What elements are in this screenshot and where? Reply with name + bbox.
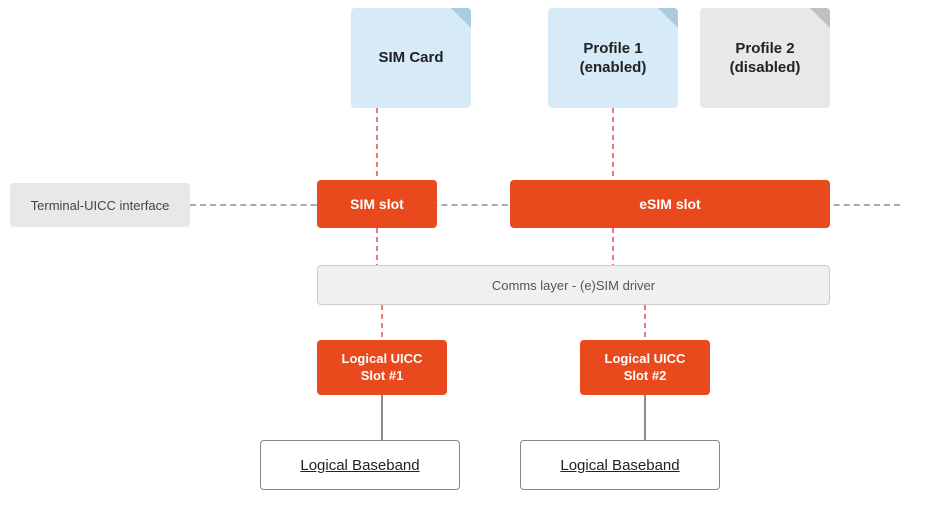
profile2-box: Profile 2(disabled)	[700, 8, 830, 108]
terminal-uicc-label: Terminal-UICC interface	[10, 183, 190, 227]
baseband2-box: Logical Baseband	[520, 440, 720, 490]
profile1-label: Profile 1(enabled)	[580, 39, 647, 78]
baseband1-box: Logical Baseband	[260, 440, 460, 490]
sim-card-label: SIM Card	[378, 48, 443, 68]
sim-slot-label: SIM slot	[350, 196, 404, 212]
esim-slot-label: eSIM slot	[639, 196, 700, 212]
esim-slot-box: eSIM slot	[510, 180, 830, 228]
sim-card-box: SIM Card	[351, 8, 471, 108]
profile1-box: Profile 1(enabled)	[548, 8, 678, 108]
logical-uicc-slot2-box: Logical UICCSlot #2	[580, 340, 710, 395]
sim-slot-box: SIM slot	[317, 180, 437, 228]
baseband2-label: Logical Baseband	[560, 457, 679, 474]
profile2-label: Profile 2(disabled)	[730, 39, 801, 78]
comms-layer-box: Comms layer - (e)SIM driver	[317, 265, 830, 305]
logical-uicc-slot1-label: Logical UICCSlot #1	[342, 351, 423, 385]
logical-uicc-slot2-label: Logical UICCSlot #2	[605, 351, 686, 385]
logical-uicc-slot1-box: Logical UICCSlot #1	[317, 340, 447, 395]
baseband1-label: Logical Baseband	[300, 457, 419, 474]
terminal-uicc-text: Terminal-UICC interface	[31, 198, 170, 213]
comms-layer-label: Comms layer - (e)SIM driver	[492, 278, 655, 293]
diagram-container: SIM Card Profile 1(enabled) Profile 2(di…	[0, 0, 935, 519]
